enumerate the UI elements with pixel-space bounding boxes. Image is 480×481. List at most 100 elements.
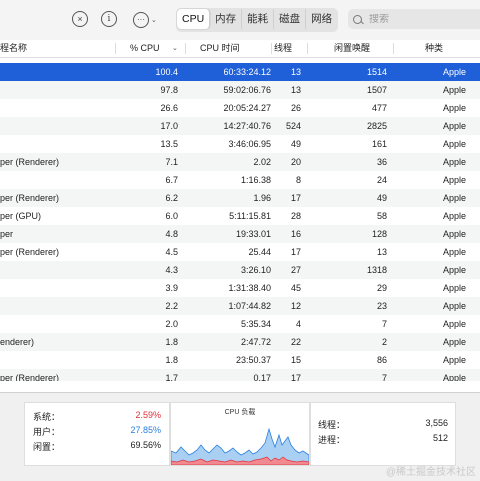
cpu-time-cell: 20:05:24.27 xyxy=(223,103,271,113)
tab-network[interactable]: 网络 xyxy=(306,9,337,29)
kind-cell: Apple xyxy=(442,67,466,77)
idle-wakes-cell: 7 xyxy=(381,319,387,329)
threads-cell: 17 xyxy=(290,373,301,381)
cpu-usage-card: 系统： 2.59% 用户： 27.85% 闲置： 69.56% xyxy=(24,402,170,466)
process-table-body: 100.4 60:33:24.12 13 1514 Apple 97.8 59:02:06.… xyxy=(0,63,480,381)
toolbar: × i ··· ⌄ CPU 内存 能耗 磁盘 网络 xyxy=(0,0,480,41)
cpu-time-cell: 60:33:24.12 xyxy=(223,67,271,77)
process-name-cell xyxy=(0,99,115,117)
table-row[interactable]: enderer) 1.8 2:47.72 22 2 Apple xyxy=(0,333,480,351)
table-row[interactable]: 2.2 1:07:44.82 12 23 Apple xyxy=(0,297,480,315)
cpu-time-cell: 1.96 xyxy=(253,193,271,203)
table-row[interactable]: per 4.8 19:33.01 16 128 Apple xyxy=(0,225,480,243)
threads-cell: 8 xyxy=(295,175,301,185)
more-menu-button[interactable]: ··· ⌄ xyxy=(133,12,161,28)
process-name-cell xyxy=(0,171,115,189)
cpu-time-cell: 1:16.38 xyxy=(240,175,271,185)
cpu-time-cell: 25.44 xyxy=(248,247,271,257)
column-header-threads[interactable]: 线程 xyxy=(274,40,304,57)
cpu-time-cell: 0.17 xyxy=(253,373,271,381)
table-row[interactable]: 4.3 3:26.10 27 1318 Apple xyxy=(0,261,480,279)
column-header-kind[interactable]: 种类 xyxy=(425,40,455,57)
idle-wakes-cell: 477 xyxy=(371,103,387,113)
cpu-percent-cell: 17.0 xyxy=(160,121,178,131)
user-value: 27.85% xyxy=(130,425,161,435)
info-icon[interactable]: i xyxy=(101,11,117,27)
table-row[interactable]: per (Renderer) 7.1 2.02 20 36 Apple xyxy=(0,153,480,171)
close-icon[interactable]: × xyxy=(72,11,88,27)
column-header-idle-wakes[interactable]: 闲置唤醒 xyxy=(334,40,394,57)
user-load-area xyxy=(171,427,309,465)
cpu-percent-cell: 13.5 xyxy=(160,139,178,149)
table-row[interactable]: per (Renderer) 4.5 25.44 17 13 Apple xyxy=(0,243,480,261)
cpu-percent-cell: 100.4 xyxy=(155,67,178,77)
process-name-cell: per xyxy=(0,229,14,239)
cpu-time-cell: 2.02 xyxy=(253,157,271,167)
column-divider xyxy=(307,43,308,54)
tab-energy[interactable]: 能耗 xyxy=(242,9,275,29)
threads-cell: 28 xyxy=(290,211,301,221)
threads-label: 线程： xyxy=(318,420,346,430)
column-divider xyxy=(115,43,116,54)
cpu-time-cell: 5:35.34 xyxy=(240,319,271,329)
cpu-time-cell: 59:02:06.76 xyxy=(223,85,271,95)
cpu-percent-cell: 3.9 xyxy=(165,283,178,293)
cpu-time-cell: 1:07:44.82 xyxy=(228,301,271,311)
process-count-card: 线程： 3,556 进程： 512 xyxy=(310,402,456,466)
kind-cell: Apple xyxy=(442,121,466,131)
cpu-percent-cell: 6.7 xyxy=(165,175,178,185)
table-row[interactable]: per (Renderer) 6.2 1.96 17 49 Apple xyxy=(0,189,480,207)
cpu-load-graph xyxy=(171,427,309,465)
idle-wakes-cell: 58 xyxy=(376,211,387,221)
system-label: 系统： xyxy=(33,412,61,422)
watermark: @稀土掘金技术社区 xyxy=(385,467,476,478)
idle-value: 69.56% xyxy=(130,440,161,450)
table-row[interactable]: 13.5 3:46:06.95 49 161 Apple xyxy=(0,135,480,153)
table-row[interactable]: 3.9 1:31:38.40 45 29 Apple xyxy=(0,279,480,297)
idle-wakes-cell: 1507 xyxy=(366,85,387,95)
cpu-percent-cell: 1.8 xyxy=(165,337,178,347)
table-row-selected[interactable]: 100.4 60:33:24.12 13 1514 Apple xyxy=(0,63,480,81)
column-header-cpu-percent[interactable]: % CPU xyxy=(130,40,170,57)
cpu-percent-cell: 4.8 xyxy=(165,229,178,239)
idle-wakes-cell: 29 xyxy=(376,283,387,293)
threads-cell: 26 xyxy=(290,103,301,113)
process-name-cell: per (Renderer) xyxy=(0,247,60,257)
table-row[interactable]: per (GPU) 6.0 5:11:15.81 28 58 Apple xyxy=(0,207,480,225)
process-name-cell: per (GPU) xyxy=(0,211,42,221)
cpu-percent-cell: 2.2 xyxy=(165,301,178,311)
processes-label: 进程： xyxy=(318,435,346,445)
tab-cpu[interactable]: CPU xyxy=(177,9,211,29)
threads-cell: 524 xyxy=(285,121,301,131)
kind-cell: Apple xyxy=(442,373,466,381)
table-row[interactable]: 97.8 59:02:06.76 13 1507 Apple xyxy=(0,81,480,99)
table-row[interactable]: 17.0 14:27:40.76 524 2825 Apple xyxy=(0,117,480,135)
idle-wakes-cell: 128 xyxy=(371,229,387,239)
cpu-percent-cell: 97.8 xyxy=(160,85,178,95)
tab-disk[interactable]: 磁盘 xyxy=(274,9,307,29)
column-header-process-name[interactable]: 程名称 xyxy=(0,40,110,57)
kind-cell: Apple xyxy=(442,355,466,365)
process-name-cell: per (Renderer) xyxy=(0,193,60,203)
idle-wakes-cell: 13 xyxy=(376,247,387,257)
cpu-percent-cell: 4.5 xyxy=(165,247,178,257)
table-row[interactable]: 6.7 1:16.38 8 24 Apple xyxy=(0,171,480,189)
table-row[interactable]: 26.6 20:05:24.27 26 477 Apple xyxy=(0,99,480,117)
table-row[interactable]: 2.0 5:35.34 4 7 Apple xyxy=(0,315,480,333)
search-input[interactable] xyxy=(369,13,479,25)
search-box[interactable] xyxy=(348,9,480,29)
table-row[interactable]: per (Renderer) 1.7 0.17 17 7 Apple xyxy=(0,369,480,381)
threads-cell: 17 xyxy=(290,247,301,257)
user-label: 用户： xyxy=(33,427,61,437)
column-divider xyxy=(185,43,186,54)
threads-cell: 45 xyxy=(290,283,301,293)
table-header: 程名称 % CPU ⌄ CPU 时间 线程 闲置唤醒 种类 xyxy=(0,40,480,58)
process-name-cell xyxy=(0,63,115,81)
column-divider xyxy=(393,43,394,54)
cpu-time-cell: 23:50.37 xyxy=(235,355,271,365)
search-icon xyxy=(353,14,362,24)
table-row[interactable]: 1.8 23:50.37 15 86 Apple xyxy=(0,351,480,369)
tab-memory[interactable]: 内存 xyxy=(210,9,243,29)
process-name-cell: per (Renderer) xyxy=(0,157,60,167)
column-header-cpu-time[interactable]: CPU 时间 xyxy=(200,40,260,57)
